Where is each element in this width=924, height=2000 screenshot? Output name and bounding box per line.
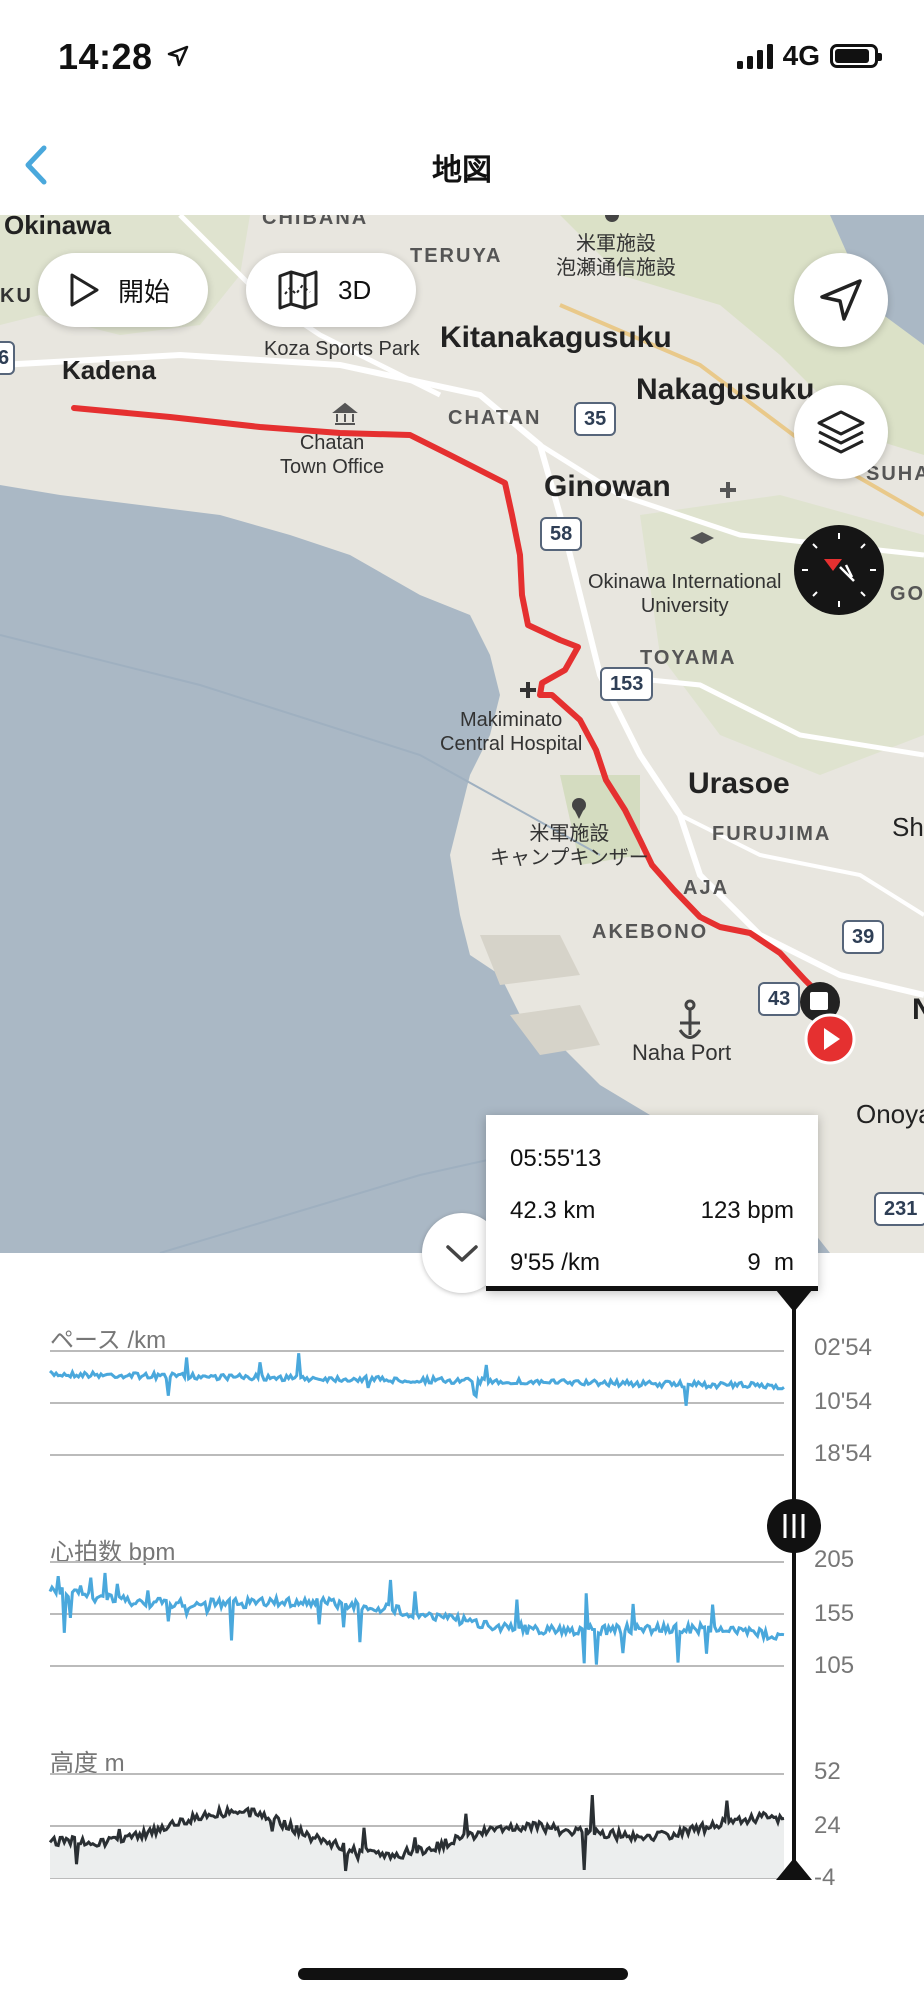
chevron-down-icon <box>446 1245 478 1262</box>
map-label-teruya: TERUYA <box>410 245 503 267</box>
map-label-n: N <box>912 993 924 1026</box>
tooltip-time: 05:55'13 <box>510 1145 602 1172</box>
battery-icon <box>830 44 882 68</box>
map-label-ku: KU <box>0 285 33 307</box>
timeline-scrubber[interactable] <box>767 1290 821 1880</box>
map-label-go: GO <box>890 583 924 605</box>
tooltip-heart-rate: 123 bpm <box>700 1197 794 1224</box>
status-indicators: 4G <box>736 40 882 72</box>
home-indicator[interactable] <box>298 1968 628 1980</box>
map-label-chibana: CHIBANA <box>262 215 369 229</box>
status-time: 14:28 <box>58 36 189 78</box>
road-shield: 43 <box>758 982 801 1016</box>
map-label-okinawa: Okinawa <box>4 215 111 240</box>
page-title: 地図 <box>432 154 492 187</box>
tooltip-pace: 9'55 /km <box>510 1249 600 1276</box>
map-label-kitanakagusuku: Kitanakagusuku <box>440 321 672 354</box>
map-label-chatan: CHATAN <box>448 407 542 429</box>
route-map[interactable]: Okinawa CHIBANA KU TERUYA Kadena Koza Sp… <box>0 215 924 1253</box>
road-shield: 231 <box>874 1192 924 1226</box>
map-label-furujima: FURUJIMA <box>712 823 832 845</box>
map-label-military2: 米軍施設 キャンプキンザー <box>490 823 649 869</box>
road-shield: 58 <box>540 517 583 551</box>
road-shield: 39 <box>842 920 885 954</box>
start-button-label: 開始 <box>118 276 171 307</box>
map-label-kadena: Kadena <box>62 355 156 385</box>
map-label-koza: Koza Sports Park <box>264 338 420 360</box>
compass-button[interactable] <box>794 525 884 615</box>
map-label-akebono: AKEBONO <box>592 921 709 943</box>
location-arrow-icon <box>167 45 189 67</box>
heart-rate-series-line <box>48 1572 785 1665</box>
data-tooltip: 05:55'13 42.3 km 123 bpm 9'55 /km 9 m <box>486 1115 818 1291</box>
layers-icon <box>817 410 865 454</box>
navigate-button[interactable] <box>794 253 888 347</box>
navigate-arrow-icon <box>820 279 862 321</box>
map-label-aja: AJA <box>683 877 730 899</box>
view-3d-button[interactable]: 3D <box>246 253 416 327</box>
map-label-shu: Shu <box>892 812 924 842</box>
map-label-toyama: TOYAMA <box>640 647 737 669</box>
network-type: 4G <box>782 40 820 71</box>
road-shield: 6 <box>0 341 16 375</box>
tooltip-altitude: 9 m <box>747 1249 794 1276</box>
road-shield: 153 <box>600 667 654 701</box>
compass-icon <box>802 533 876 607</box>
play-outline-icon <box>70 273 99 307</box>
pace-series-line <box>48 1353 785 1406</box>
map-label-onoya: Onoya <box>856 1099 924 1129</box>
map-label-ginowan: Ginowan <box>544 470 671 503</box>
map-label-oiu: Okinawa International University <box>588 571 782 617</box>
map-label-urasoe: Urasoe <box>688 767 790 800</box>
metrics-charts[interactable] <box>0 1290 924 1910</box>
map-label-suha: SUHA <box>866 463 924 485</box>
map-label-naha-port: Naha Port <box>632 1040 732 1065</box>
map-3d-icon <box>278 270 318 310</box>
map-label-military1: 米軍施設 泡瀬通信施設 <box>556 233 676 279</box>
tooltip-distance: 42.3 km <box>510 1197 596 1224</box>
layers-button[interactable] <box>794 385 888 479</box>
signal-bars-icon <box>736 43 773 69</box>
map-label-makiminato: Makiminato Central Hospital <box>440 709 583 755</box>
map-label-chatan-office: Chatan Town Office <box>280 432 385 478</box>
view-3d-label: 3D <box>338 274 372 305</box>
start-button[interactable]: 開始 <box>38 253 208 327</box>
map-label-nakagusuku: Nakagusuku <box>636 373 815 406</box>
road-shield: 35 <box>574 402 617 436</box>
